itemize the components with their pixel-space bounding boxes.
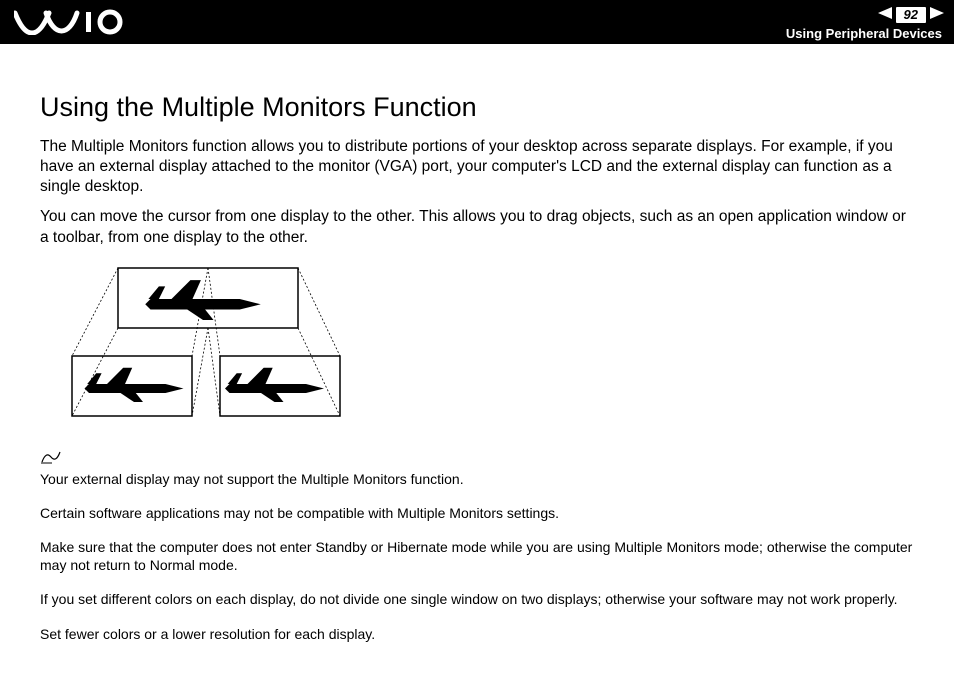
next-page-arrow-icon[interactable] xyxy=(930,6,944,24)
vaio-logo xyxy=(14,9,124,35)
notes-section: Your external display may not support th… xyxy=(40,470,914,643)
note-text: Make sure that the computer does not ent… xyxy=(40,538,914,574)
body-paragraph: The Multiple Monitors function allows yo… xyxy=(40,137,914,197)
page-title: Using the Multiple Monitors Function xyxy=(40,92,914,123)
prev-page-arrow-icon[interactable] xyxy=(878,6,892,24)
multi-monitor-diagram xyxy=(70,266,914,431)
section-title: Using Peripheral Devices xyxy=(786,26,944,41)
note-text: If you set different colors on each disp… xyxy=(40,590,914,608)
header-nav: 92 Using Peripheral Devices xyxy=(786,4,944,41)
page-header: 92 Using Peripheral Devices xyxy=(0,0,954,44)
body-paragraph: You can move the cursor from one display… xyxy=(40,207,914,247)
note-text: Set fewer colors or a lower resolution f… xyxy=(40,625,914,643)
note-icon xyxy=(40,449,914,470)
page-number: 92 xyxy=(896,7,926,23)
page-content: Using the Multiple Monitors Function The… xyxy=(0,44,954,669)
note-text: Certain software applications may not be… xyxy=(40,504,914,522)
note-text: Your external display may not support th… xyxy=(40,470,914,488)
